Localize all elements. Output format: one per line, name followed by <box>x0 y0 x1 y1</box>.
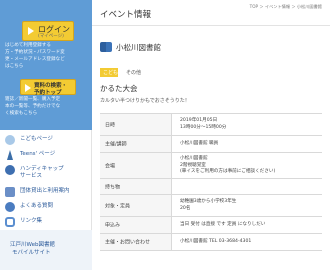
info-row-host: 主催/講師 小松川図書館 職員 <box>100 136 322 153</box>
sidebar-links: こどもページ Teens' ページ ハンディキャップ サービス 団体貸出と利用案… <box>0 134 92 231</box>
info-line: 20名 <box>180 205 191 211</box>
sidebar-link-handicap[interactable]: ハンディキャップ サービス <box>0 164 92 184</box>
info-label: 対象・定員 <box>105 203 131 209</box>
faq-icon <box>5 202 15 212</box>
login-desc-line: はこちら <box>5 64 24 69</box>
search-description: 雑誌／新聞一覧、購入予定 本の一覧等、予約だけでな く検索もこちら <box>5 96 89 117</box>
login-desc-line: 方・予約状況・パスワード変 <box>5 50 65 55</box>
sidebar-top-panel: ログイン (マイページ) はじめて利用登録する 方・予約状況・パスワード変 更・… <box>0 0 92 130</box>
kids-icon <box>5 135 15 145</box>
login-description: はじめて利用登録する 方・予約状況・パスワード変 更・メールアドレス登録など は… <box>5 42 89 70</box>
info-value: 小松川図書館 2階視聴覚室 (車イスをご利用の方は事前にご相談ください) <box>180 156 275 176</box>
sidebar-link-label: ハンディキャップ サービス <box>20 166 64 180</box>
sidebar-link-group-lending[interactable]: 団体貸出と利用案内 <box>0 186 92 199</box>
sidebar-link-label-line: サービス <box>20 173 43 179</box>
page-header: イベント情報 TOP ＞ イベント情報 ＞ 小松川図書館 <box>92 0 330 26</box>
teens-icon <box>7 150 13 160</box>
info-label: 日時 <box>105 122 116 128</box>
event-title: かるた大会 <box>100 84 138 93</box>
mobile-site-line1: 江戸川Web図書館 <box>10 242 55 248</box>
login-button[interactable]: ログイン (マイページ) <box>22 21 74 41</box>
info-row-application: 申込み 当日 受付 は直接 です 定員 になりしだい <box>100 217 322 234</box>
search-desc-line: く検索もこちら <box>5 111 38 116</box>
link-icon <box>5 217 15 227</box>
info-line: 小松川図書館 職員 <box>180 141 219 146</box>
sidebar-link-label-line: ハンディキャップ <box>20 166 64 172</box>
mobile-site-line2: モバイルサイト <box>12 250 51 256</box>
info-label: 主催・お問い合わせ <box>105 239 151 246</box>
category-badge: こども <box>100 68 118 77</box>
info-label: 主催/講師 <box>105 141 127 148</box>
catalog-search-button[interactable]: 資料の検索・ 予約トップ <box>20 79 76 96</box>
book-icon <box>100 42 112 52</box>
info-row-target: 対象・定員 幼稚園3歳から小学校3年生 20名 <box>100 195 322 217</box>
info-label: 申込み <box>105 222 121 229</box>
breadcrumb[interactable]: TOP ＞ イベント情報 ＞ 小松川図書館 <box>250 4 322 10</box>
sidebar-link-links[interactable]: リンク集 <box>0 216 92 229</box>
search-label-line2: 予約トップ <box>34 90 62 96</box>
info-line: 13時00分～15時00分 <box>180 124 227 130</box>
info-value: 2019年01月05日 13時00分～15時00分 <box>180 118 226 131</box>
sidebar-link-teens[interactable]: Teens' ページ <box>0 149 92 162</box>
info-row-venue: 会場 小松川図書館 2階視聴覚室 (車イスをご利用の方は事前にご相談ください) <box>100 153 322 179</box>
page-title: イベント情報 <box>100 10 152 20</box>
info-value: 当日 受付 は直接 です 定員 になりしだい <box>180 222 265 229</box>
info-value: 小松川図書館 TEL 03-3684-4301 <box>180 239 251 246</box>
search-desc-line: 本の一覧等、予約だけでな <box>5 104 61 109</box>
mobile-site-link[interactable]: 江戸川Web図書館 モバイルサイト <box>0 230 92 270</box>
info-line: 小松川図書館 TEL 03-3684-4301 <box>180 239 252 244</box>
category-badge-label: こども <box>103 70 119 76</box>
arrow-right-icon <box>28 27 34 35</box>
group-icon <box>5 187 15 197</box>
sidebar-link-label: リンク集 <box>20 218 43 224</box>
info-line: (車イスをご利用の方は事前にご相談ください) <box>180 169 276 174</box>
info-line: 当日 受付 は直接 です 定員 になりしだい <box>180 222 266 227</box>
event-info-table: 日時 2019年01月05日 13時00分～15時00分 主催/講師 小松川図書… <box>100 113 322 251</box>
info-value: 幼稚園3歳から小学校3年生 20名 <box>180 199 236 212</box>
sidebar-link-label: 団体貸出と利用案内 <box>20 188 70 194</box>
event-lead: カルタい半つけりかもでおさそうりた！ <box>100 98 190 104</box>
sidebar-link-label: Teens' ページ <box>20 151 56 157</box>
sidebar: ログイン (マイページ) はじめて利用登録する 方・予約状況・パスワード変 更・… <box>0 0 92 270</box>
info-label: 持ち物 <box>105 184 121 190</box>
login-sublabel: (マイページ) <box>38 34 64 39</box>
sidebar-link-faq[interactable]: よくある質問 <box>0 201 92 214</box>
library-heading: 小松川図書館 <box>100 41 322 55</box>
handicap-icon <box>5 165 15 175</box>
info-row-datetime: 日時 2019年01月05日 13時00分～15時00分 <box>100 114 322 136</box>
info-value: 小松川図書館 職員 <box>180 141 218 148</box>
info-row-belongings: 持ち物 <box>100 179 322 195</box>
main-content: イベント情報 TOP ＞ イベント情報 ＞ 小松川図書館 小松川図書館 こども … <box>92 0 330 270</box>
login-desc-line: はじめて利用登録する <box>5 43 51 48</box>
library-name: 小松川図書館 <box>116 43 161 52</box>
info-line: 幼稚園3歳から小学校3年生 <box>180 199 237 204</box>
info-row-contact: 主催・お問い合わせ 小松川図書館 TEL 03-3684-4301 <box>100 234 322 251</box>
info-label: 会場 <box>105 163 116 169</box>
search-desc-line: 雑誌／新聞一覧、購入予定 <box>5 97 61 102</box>
login-desc-line: 更・メールアドレス登録など <box>5 57 65 62</box>
sidebar-link-kids[interactable]: こどもページ <box>0 134 92 147</box>
category-other: その他 <box>126 70 142 76</box>
arrow-right-icon <box>25 84 31 92</box>
sidebar-link-label: よくある質問 <box>20 203 54 209</box>
sidebar-link-label: こどもページ <box>20 136 53 142</box>
